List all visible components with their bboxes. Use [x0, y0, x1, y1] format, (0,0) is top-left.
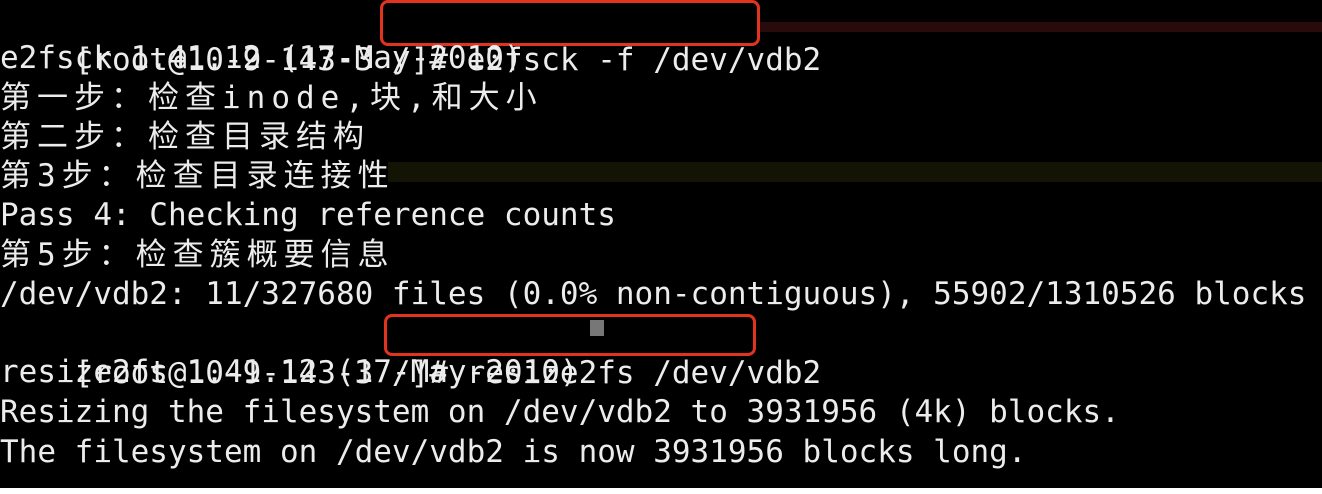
output-line: resize2fs 1.41.12 (17-May-2010): [0, 354, 579, 390]
output-line: 第3步：检查目录连接性: [0, 158, 395, 194]
highlight-artifact: [388, 162, 1322, 182]
terminal-window[interactable]: [root@10-9-143-3 /]# e2fsck -f /dev/vdb2…: [0, 0, 1322, 488]
output-line: e2fsck 1.41.12 (17-May-2010): [0, 40, 523, 76]
highlight-artifact: [760, 22, 1322, 32]
output-line: 第二步：检查目录结构: [0, 119, 370, 155]
output-line: /dev/vdb2: 11/327680 files (0.0% non-con…: [0, 276, 1307, 312]
output-line: 第一步：检查inode,块,和大小: [0, 80, 543, 116]
output-line: 第5步：检查簇概要信息: [0, 237, 395, 273]
output-line: Pass 4: Checking reference counts: [0, 197, 616, 233]
output-line: The filesystem on /dev/vdb2 is now 39319…: [0, 434, 1027, 470]
command-highlight-box: [384, 314, 756, 356]
output-line: Resizing the filesystem on /dev/vdb2 to …: [0, 394, 1120, 430]
